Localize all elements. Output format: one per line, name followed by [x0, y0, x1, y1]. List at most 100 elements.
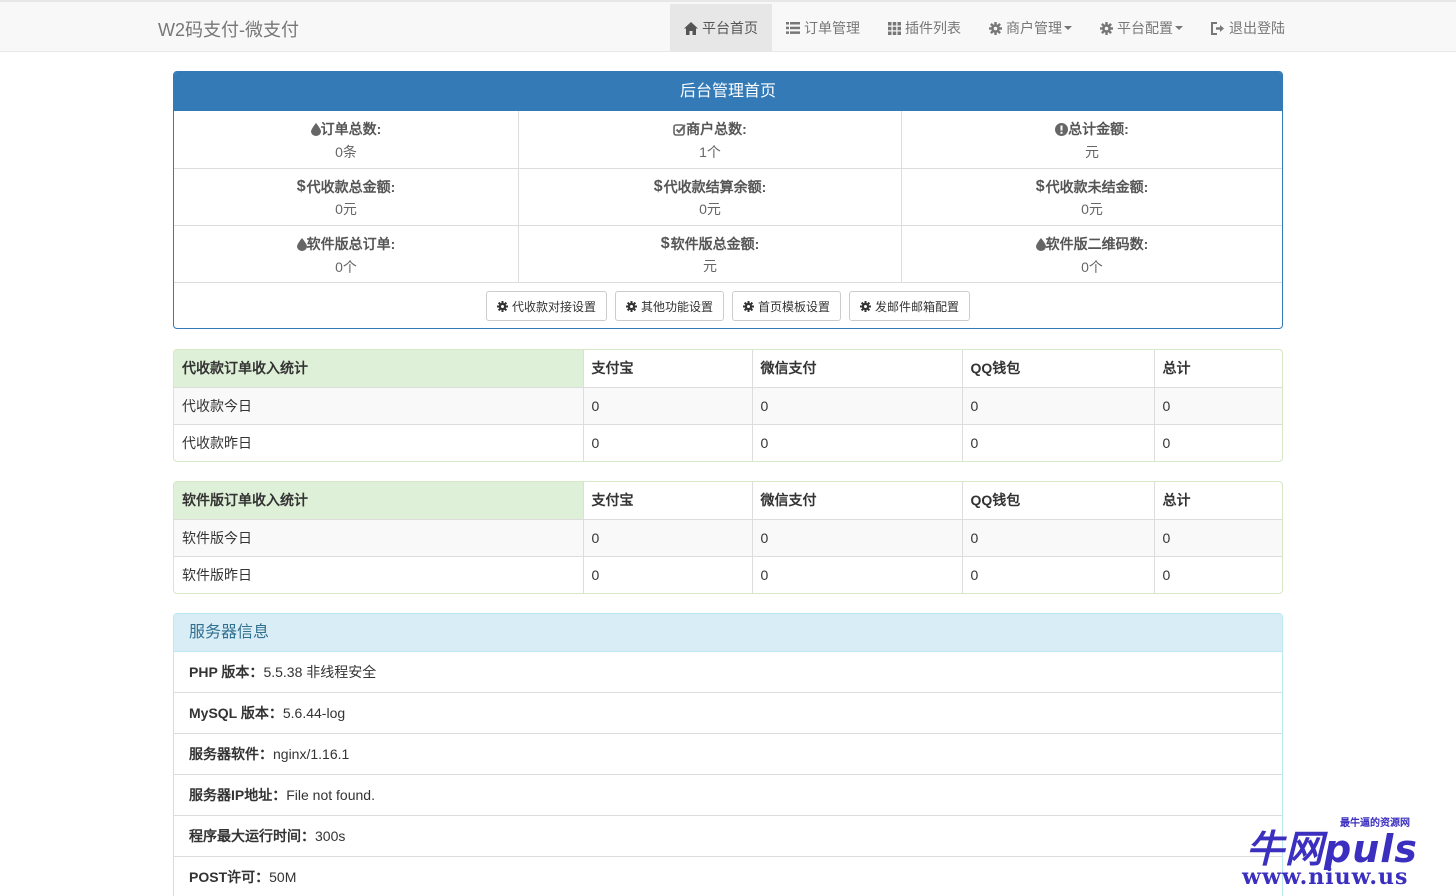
- table-cell: 0: [582, 555, 752, 593]
- table-row: 软件版昨日 0 0 0 0: [174, 555, 1282, 593]
- table-cell: 0: [1153, 423, 1282, 461]
- table-header: 微信支付: [751, 350, 962, 387]
- chevron-down-icon: [1175, 26, 1183, 30]
- table-header: 代收款订单收入统计: [174, 350, 583, 387]
- nav-plugins[interactable]: 插件列表: [874, 4, 975, 52]
- dashboard-panel: 后台管理首页 订单总数: 0条 商户总数: 1个 总计金额: 元 $ 代收款总金额…: [173, 71, 1283, 329]
- stat-value: 元: [1085, 143, 1099, 160]
- stat-merchant-total: 商户总数: 1个: [518, 111, 901, 168]
- table-cell: 0: [1153, 518, 1282, 556]
- gear-icon: [860, 300, 872, 312]
- table-row: 代收款今日 0 0 0 0: [174, 386, 1282, 424]
- stat-amount-total: 总计金额: 元: [901, 111, 1282, 168]
- top-navbar: W2码支付-微支付 平台首页 订单管理 插件列表 商户管理 平台配置 退出登陆: [0, 0, 1456, 52]
- stat-value: 0元: [1081, 201, 1103, 217]
- table-cell: 0: [582, 423, 752, 461]
- table-cell: 0: [582, 386, 752, 424]
- table-cell: 0: [582, 518, 752, 556]
- nav-orders[interactable]: 订单管理: [772, 4, 874, 52]
- gear-icon: [1100, 21, 1113, 35]
- table-header: 总计: [1153, 482, 1282, 519]
- table-cell: 代收款今日: [174, 386, 583, 424]
- stat-order-total: 订单总数: 0条: [174, 111, 518, 168]
- table-cell: 代收款昨日: [174, 423, 583, 461]
- server-info-item: 服务器软件：nginx/1.16.1: [174, 734, 1282, 775]
- stat-software-qrcodes: 软件版二维码数: 0个: [901, 226, 1282, 282]
- nav-merchants-dropdown[interactable]: 商户管理: [975, 4, 1086, 52]
- stat-value: 元: [703, 258, 717, 274]
- server-info-title: 服务器信息: [174, 614, 1282, 652]
- stat-value: 0个: [1081, 258, 1103, 275]
- stats-grid: 订单总数: 0条 商户总数: 1个 总计金额: 元 $ 代收款总金额: 0元 $ 代…: [174, 111, 1282, 282]
- table-cell: 0: [1153, 386, 1282, 424]
- table-cell: 0: [751, 423, 962, 461]
- info-icon: [1055, 122, 1069, 136]
- dollar-icon: $: [660, 235, 670, 252]
- server-info-item: PHP 版本：5.5.38 非线程安全: [174, 652, 1282, 693]
- nav-home[interactable]: 平台首页: [670, 4, 772, 52]
- gear-icon: [496, 300, 508, 312]
- table-row: 软件版今日 0 0 0 0: [174, 518, 1282, 556]
- stat-software-orders: 软件版总订单: 0个: [174, 226, 518, 282]
- settings-button-row: 代收款对接设置 其他功能设置 首页模板设置 发邮件邮箱配置: [174, 282, 1282, 328]
- table-cell: 软件版今日: [174, 518, 583, 556]
- table-cell: 0: [751, 518, 962, 556]
- chevron-down-icon: [1064, 26, 1072, 30]
- watermark-logo: 最牛逼的资源网 牛网puls www.niuw.us: [1242, 814, 1432, 890]
- watermark-url: www.niuw.us: [1242, 864, 1409, 890]
- table-header: 总计: [1153, 350, 1282, 387]
- check-icon: [673, 123, 686, 136]
- server-info-item: 服务器IP地址：File not found.: [174, 775, 1282, 816]
- table-row: 代收款昨日 0 0 0 0: [174, 423, 1282, 461]
- table-cell: 0: [751, 386, 962, 424]
- stat-value: 0条: [335, 143, 357, 160]
- table-cell: 0: [961, 386, 1154, 424]
- main-nav: 平台首页 订单管理 插件列表 商户管理 平台配置 退出登陆: [670, 4, 1299, 52]
- server-info-item: MySQL 版本：5.6.44-log: [174, 693, 1282, 734]
- nav-logout[interactable]: 退出登陆: [1197, 4, 1299, 52]
- list-icon: [786, 22, 800, 34]
- table-cell: 0: [961, 518, 1154, 556]
- stat-software-amount: $ 软件版总金额: 元: [518, 226, 901, 282]
- other-settings-button[interactable]: 其他功能设置: [614, 291, 724, 321]
- homepage-template-button[interactable]: 首页模板设置: [732, 291, 842, 321]
- nav-platform-config-label: 平台配置: [1117, 20, 1173, 36]
- nav-platform-config-dropdown[interactable]: 平台配置: [1086, 4, 1197, 52]
- dollar-icon: $: [1035, 178, 1045, 195]
- drop-icon: [310, 122, 321, 136]
- gear-icon: [989, 21, 1002, 35]
- table-header-row: 代收款订单收入统计 支付宝 微信支付 QQ钱包 总计: [174, 350, 1282, 387]
- dashboard-title: 后台管理首页: [174, 72, 1282, 111]
- table-cell: 软件版昨日: [174, 555, 583, 593]
- dollar-icon: $: [653, 178, 663, 195]
- server-info-panel: 服务器信息 PHP 版本：5.5.38 非线程安全 MySQL 版本：5.6.4…: [173, 613, 1283, 896]
- collection-settings-button[interactable]: 代收款对接设置: [485, 291, 607, 321]
- table-cell: 0: [961, 555, 1154, 593]
- table-header: 支付宝: [582, 482, 752, 519]
- table-header: QQ钱包: [961, 350, 1154, 387]
- table-cell: 0: [1153, 555, 1282, 593]
- stat-unsettled-amount: $ 代收款未结金额: 0元: [901, 169, 1282, 225]
- email-config-button[interactable]: 发邮件邮箱配置: [849, 291, 971, 321]
- stat-value: 0个: [335, 258, 357, 275]
- stat-collection-total: $ 代收款总金额: 0元: [174, 169, 518, 225]
- dollar-icon: $: [296, 178, 306, 195]
- brand-title[interactable]: W2码支付-微支付: [158, 16, 299, 42]
- nav-home-label: 平台首页: [702, 20, 758, 36]
- table-header: 微信支付: [751, 482, 962, 519]
- gear-icon: [625, 300, 637, 312]
- table-header: QQ钱包: [961, 482, 1154, 519]
- home-icon: [684, 21, 698, 35]
- nav-merchants-label: 商户管理: [1006, 20, 1062, 36]
- grid-icon: [888, 21, 901, 35]
- table-header: 支付宝: [582, 350, 752, 387]
- stat-settlement-balance: $ 代收款结算余额: 0元: [518, 169, 901, 225]
- server-info-item: 程序最大运行时间：300s: [174, 816, 1282, 857]
- collection-income-table: 代收款订单收入统计 支付宝 微信支付 QQ钱包 总计 代收款今日 0 0 0 0…: [173, 349, 1283, 462]
- server-info-item: POST许可：50M: [174, 857, 1282, 896]
- stat-value: 1个: [699, 143, 721, 160]
- drop-icon: [296, 237, 307, 251]
- nav-logout-label: 退出登陆: [1229, 20, 1285, 36]
- drop-icon: [1035, 237, 1046, 251]
- stat-value: 0元: [335, 201, 357, 217]
